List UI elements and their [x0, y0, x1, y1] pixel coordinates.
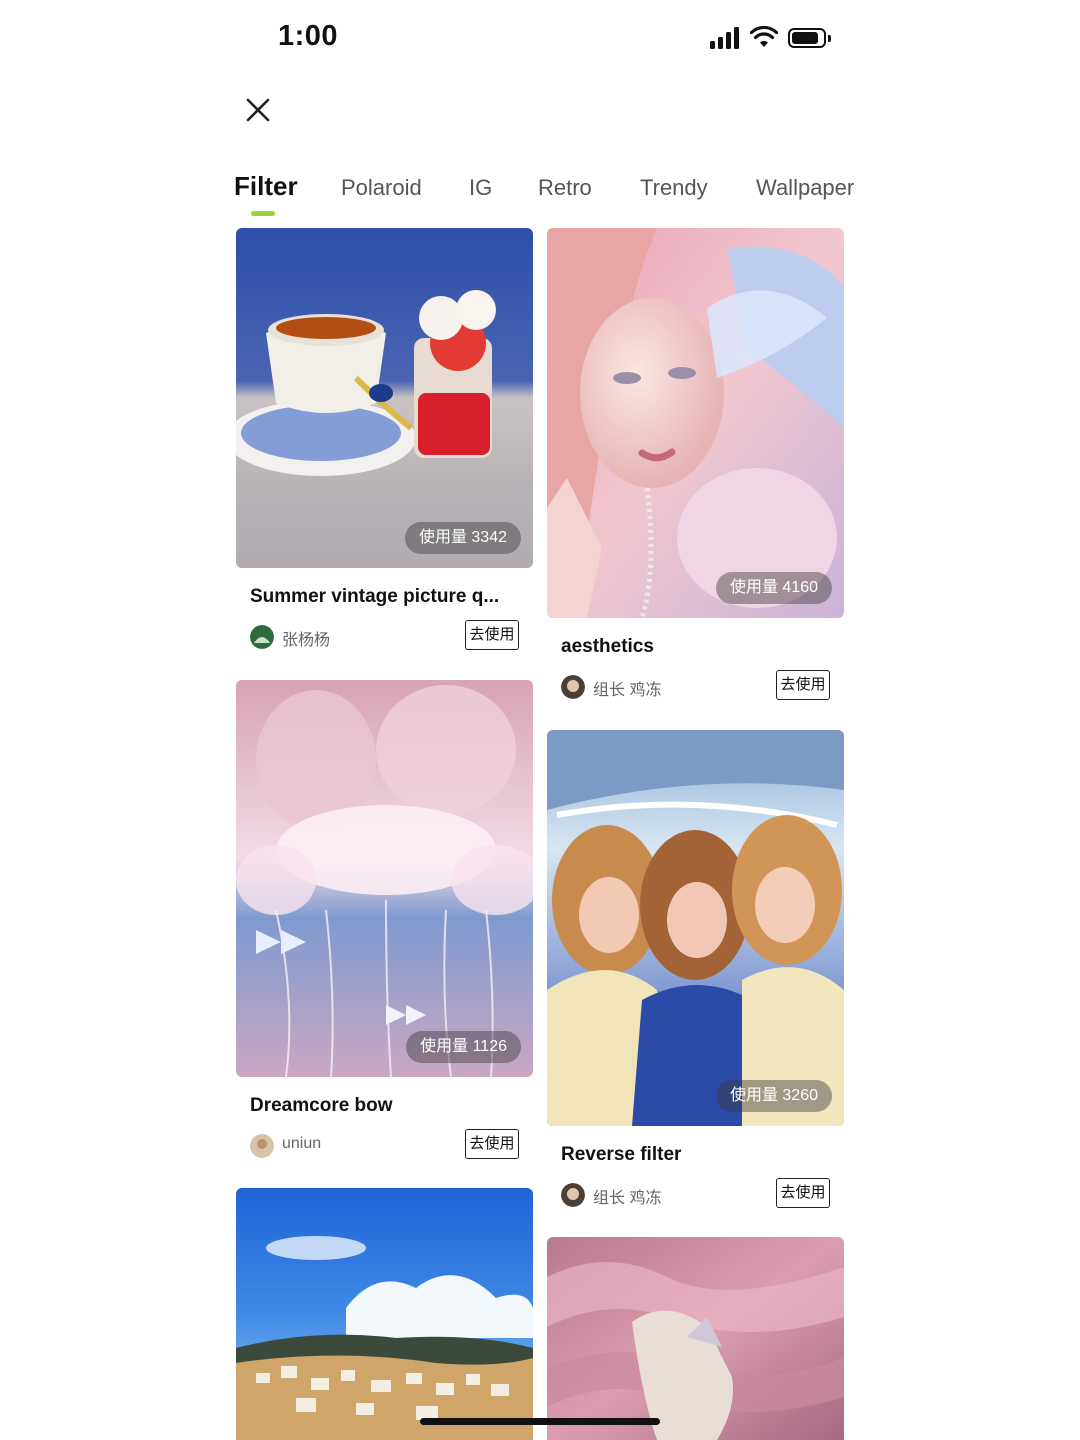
card-meta: 组长 鸡冻 去使用 — [547, 1178, 844, 1214]
avatar[interactable] — [250, 1134, 274, 1158]
template-card[interactable] — [547, 1237, 844, 1440]
status-icons — [710, 25, 835, 51]
tab-filter[interactable]: Filter — [234, 166, 298, 206]
author-name[interactable]: 张杨杨 — [282, 626, 330, 650]
template-card[interactable]: 使用量 3260 Reverse filter 组长 鸡冻 去使用 — [547, 730, 844, 1214]
template-card[interactable]: 使用量 1126 Dreamcore bow uniun 去使用 — [236, 680, 533, 1165]
active-tab-indicator — [251, 211, 275, 216]
category-tabs: Filter Polaroid IG Retro Trendy Wallpape… — [234, 166, 1080, 222]
tab-ig[interactable]: IG — [469, 168, 492, 208]
card-meta: 张杨杨 去使用 — [236, 620, 533, 656]
template-card[interactable]: 使用量 3342 Summer vintage picture q... 张杨杨… — [236, 228, 533, 656]
wifi-icon — [750, 25, 778, 47]
author-name[interactable]: uniun — [282, 1135, 321, 1153]
author-name[interactable]: 组长 鸡冻 — [593, 676, 661, 700]
close-icon[interactable] — [240, 92, 276, 128]
avatar[interactable] — [561, 1183, 585, 1207]
card-image-feather-portrait[interactable]: 使用量 4160 — [547, 228, 844, 618]
card-meta: uniun 去使用 — [236, 1129, 533, 1165]
usage-badge: 使用量 1126 — [406, 1031, 521, 1063]
signal-icon — [710, 27, 742, 49]
avatar[interactable] — [250, 625, 274, 649]
use-template-button[interactable]: 去使用 — [465, 620, 519, 650]
card-title: Reverse filter — [561, 1144, 682, 1165]
tab-trendy[interactable]: Trendy — [640, 168, 708, 208]
template-card[interactable] — [236, 1188, 533, 1440]
card-image-three-girls-selfie[interactable]: 使用量 3260 — [547, 730, 844, 1126]
usage-badge: 使用量 4160 — [715, 572, 832, 604]
card-meta: 组长 鸡冻 去使用 — [547, 670, 844, 706]
card-image-hand-pink-leaves[interactable] — [547, 1237, 844, 1440]
card-image-tea-cup[interactable]: 使用量 3342 — [236, 228, 533, 568]
status-time: 1:00 — [278, 20, 339, 52]
usage-badge: 使用量 3260 — [715, 1080, 832, 1112]
author-name[interactable]: 组长 鸡冻 — [593, 1184, 661, 1208]
use-template-button[interactable]: 去使用 — [776, 670, 830, 700]
card-title: aesthetics — [561, 636, 654, 657]
card-title: Dreamcore bow — [250, 1095, 393, 1116]
battery-icon — [788, 28, 826, 48]
card-title: Summer vintage picture q... — [250, 586, 500, 607]
tab-retro[interactable]: Retro — [538, 168, 592, 208]
avatar[interactable] — [561, 675, 585, 699]
use-template-button[interactable]: 去使用 — [465, 1129, 519, 1159]
card-image-pink-balloons[interactable]: 使用量 1126 — [236, 680, 533, 1077]
tab-wallpaper[interactable]: Wallpaper — [756, 168, 854, 208]
tab-polaroid[interactable]: Polaroid — [341, 168, 422, 208]
template-card[interactable]: 使用量 4160 aesthetics 组长 鸡冻 去使用 — [547, 228, 844, 706]
status-bar: 1:00 — [0, 0, 1080, 80]
home-indicator — [420, 1418, 660, 1425]
usage-badge: 使用量 3342 — [404, 522, 521, 554]
use-template-button[interactable]: 去使用 — [776, 1178, 830, 1208]
card-image-coastal-town[interactable] — [236, 1188, 533, 1440]
